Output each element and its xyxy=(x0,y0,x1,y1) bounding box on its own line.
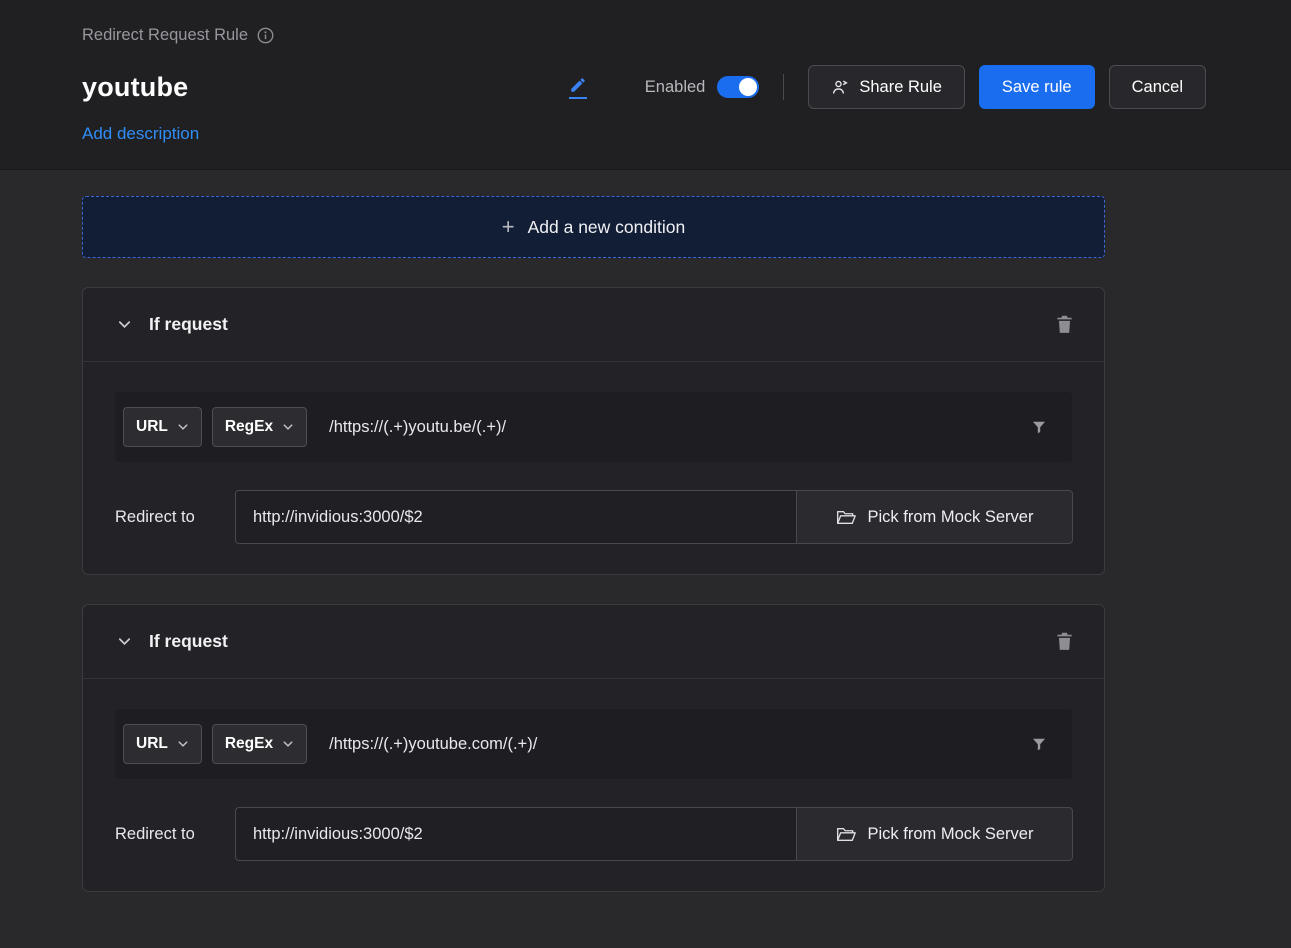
title-row: youtube Enabled xyxy=(82,65,1206,109)
condition-title: If request xyxy=(149,314,228,335)
redirect-row: Redirect to Pick from Mock Server xyxy=(115,490,1072,544)
edit-title-icon[interactable] xyxy=(569,76,587,99)
source-key-select[interactable]: URL xyxy=(123,407,202,447)
cancel-button[interactable]: Cancel xyxy=(1109,65,1206,109)
info-icon[interactable] xyxy=(257,27,274,44)
source-operator-value: RegEx xyxy=(225,735,273,753)
save-rule-button[interactable]: Save rule xyxy=(979,65,1095,109)
share-rule-button[interactable]: Share Rule xyxy=(808,65,965,109)
share-icon xyxy=(831,78,849,96)
enabled-toggle[interactable] xyxy=(717,76,759,98)
rule-header: Redirect Request Rule youtube Enabl xyxy=(0,0,1291,170)
redirect-destination-input[interactable] xyxy=(235,490,797,544)
pick-mock-server-button[interactable]: Pick from Mock Server xyxy=(796,490,1073,544)
condition-card-1: If request URL RegEx xyxy=(82,287,1105,575)
plus-icon: + xyxy=(502,216,515,238)
rule-type-row: Redirect Request Rule xyxy=(82,26,1206,45)
folder-icon xyxy=(836,509,856,526)
share-rule-label: Share Rule xyxy=(859,78,942,97)
chevron-down-icon[interactable] xyxy=(117,317,132,332)
delete-condition-icon[interactable] xyxy=(1055,314,1074,335)
condition-card-header: If request xyxy=(83,288,1104,362)
source-operator-value: RegEx xyxy=(225,418,273,436)
pick-mock-server-label: Pick from Mock Server xyxy=(868,508,1034,527)
condition-card-2: If request URL RegEx xyxy=(82,604,1105,892)
source-operator-select[interactable]: RegEx xyxy=(212,407,307,447)
header-controls: Enabled Share Rule Save rule xyxy=(569,65,1206,109)
redirect-to-label: Redirect to xyxy=(115,825,235,844)
source-url-input[interactable] xyxy=(317,735,1020,754)
pick-mock-server-button[interactable]: Pick from Mock Server xyxy=(796,807,1073,861)
pick-mock-server-label: Pick from Mock Server xyxy=(868,825,1034,844)
rule-type-label: Redirect Request Rule xyxy=(82,26,248,45)
condition-card-header: If request xyxy=(83,605,1104,679)
condition-card-body: URL RegEx Redirect to xyxy=(83,679,1104,891)
redirect-destination-input[interactable] xyxy=(235,807,797,861)
source-key-value: URL xyxy=(136,735,168,753)
add-condition-button[interactable]: + Add a new condition xyxy=(82,196,1105,258)
divider xyxy=(783,74,784,100)
source-operator-select[interactable]: RegEx xyxy=(212,724,307,764)
filter-icon[interactable] xyxy=(1030,418,1048,436)
source-key-value: URL xyxy=(136,418,168,436)
toggle-knob xyxy=(739,78,757,96)
add-condition-label: Add a new condition xyxy=(528,217,686,238)
source-condition-row: URL RegEx xyxy=(115,392,1072,462)
source-url-input[interactable] xyxy=(317,418,1020,437)
chevron-down-icon[interactable] xyxy=(117,634,132,649)
add-description-link[interactable]: Add description xyxy=(82,124,199,144)
rule-title: youtube xyxy=(82,72,188,103)
redirect-rule-editor: Redirect Request Rule youtube Enabl xyxy=(0,0,1291,892)
condition-title: If request xyxy=(149,631,228,652)
condition-card-body: URL RegEx Redirect to xyxy=(83,362,1104,574)
delete-condition-icon[interactable] xyxy=(1055,631,1074,652)
redirect-to-label: Redirect to xyxy=(115,508,235,527)
enabled-label: Enabled xyxy=(645,78,706,97)
rule-body: + Add a new condition If request xyxy=(0,170,1291,892)
source-key-select[interactable]: URL xyxy=(123,724,202,764)
filter-icon[interactable] xyxy=(1030,735,1048,753)
source-condition-row: URL RegEx xyxy=(115,709,1072,779)
redirect-row: Redirect to Pick from Mock Server xyxy=(115,807,1072,861)
folder-icon xyxy=(836,826,856,843)
